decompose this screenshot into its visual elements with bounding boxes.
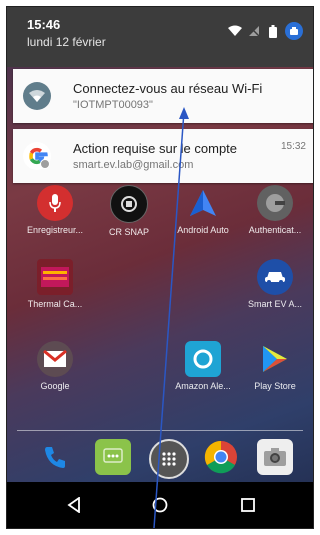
home-icon[interactable] <box>147 492 173 518</box>
app-label: CR SNAP <box>108 227 149 237</box>
status-icons <box>228 22 303 40</box>
app-label: Smart EV A... <box>247 299 303 309</box>
app-label: Android Auto <box>177 225 229 235</box>
gmail-folder-icon <box>37 341 73 377</box>
notification-wifi[interactable]: Connectez-vous au réseau Wi-Fi "IOTMPT00… <box>13 69 313 123</box>
car-icon <box>257 259 293 295</box>
alexa-icon <box>185 341 221 377</box>
app-play-store[interactable]: Play Store <box>245 341 305 391</box>
battery-icon <box>266 24 280 38</box>
account-avatar-icon[interactable] <box>285 22 303 40</box>
notification-subtitle: "IOTMPT00093" <box>73 99 153 111</box>
app-label: Play Store <box>254 381 296 391</box>
app-google[interactable]: Google <box>25 341 85 391</box>
phone-screen: Enregistreur... CR SNAP Android Auto Aut… <box>6 6 314 529</box>
app-label: Authenticat... <box>248 225 302 235</box>
app-authenticator[interactable]: Authenticat... <box>245 185 305 235</box>
notification-title: Connectez-vous au réseau Wi-Fi <box>73 81 263 96</box>
thermal-camera-icon <box>37 259 73 295</box>
phone-icon[interactable] <box>37 439 73 475</box>
microphone-icon <box>37 185 73 221</box>
authenticator-icon <box>257 185 293 221</box>
app-smart-ev[interactable]: Smart EV A... <box>245 259 305 309</box>
messaging-icon[interactable] <box>95 439 131 475</box>
notification-title: Action requise sur le compte <box>73 141 238 156</box>
app-label: Amazon Ale... <box>175 381 231 391</box>
notification-subtitle: smart.ev.lab@gmail.com <box>73 159 194 171</box>
dock-divider <box>17 430 303 431</box>
notification-time: 15:32 <box>280 141 306 152</box>
android-auto-icon <box>185 185 221 221</box>
cr-snap-icon <box>110 185 148 223</box>
app-drawer-icon[interactable] <box>149 439 189 479</box>
app-label: Thermal Ca... <box>27 299 83 309</box>
navigation-bar <box>7 482 313 528</box>
recents-icon[interactable] <box>235 492 261 518</box>
notification-shade-header: 15:46 lundi 12 février <box>7 7 313 67</box>
app-cr-snap[interactable]: CR SNAP <box>99 185 159 237</box>
app-label: Google <box>40 381 70 391</box>
camera-icon[interactable] <box>257 439 293 475</box>
back-icon[interactable] <box>61 492 87 518</box>
notification-account[interactable]: Action requise sur le compte smart.ev.la… <box>13 129 313 183</box>
app-android-auto[interactable]: Android Auto <box>173 185 233 235</box>
wifi-icon <box>23 82 51 110</box>
dock <box>7 439 313 479</box>
date[interactable]: lundi 12 février <box>27 35 106 49</box>
cellular-signal-icon <box>247 24 261 38</box>
app-thermal-camera[interactable]: Thermal Ca... <box>25 259 85 309</box>
app-alexa[interactable]: Amazon Ale... <box>173 341 233 391</box>
app-label: Enregistreur... <box>26 225 84 235</box>
google-icon <box>23 142 51 170</box>
wifi-signal-icon <box>228 24 242 38</box>
app-enregistreur[interactable]: Enregistreur... <box>25 185 85 235</box>
clock: 15:46 <box>27 17 61 32</box>
play-store-icon <box>257 341 293 377</box>
chrome-icon[interactable] <box>203 439 239 475</box>
